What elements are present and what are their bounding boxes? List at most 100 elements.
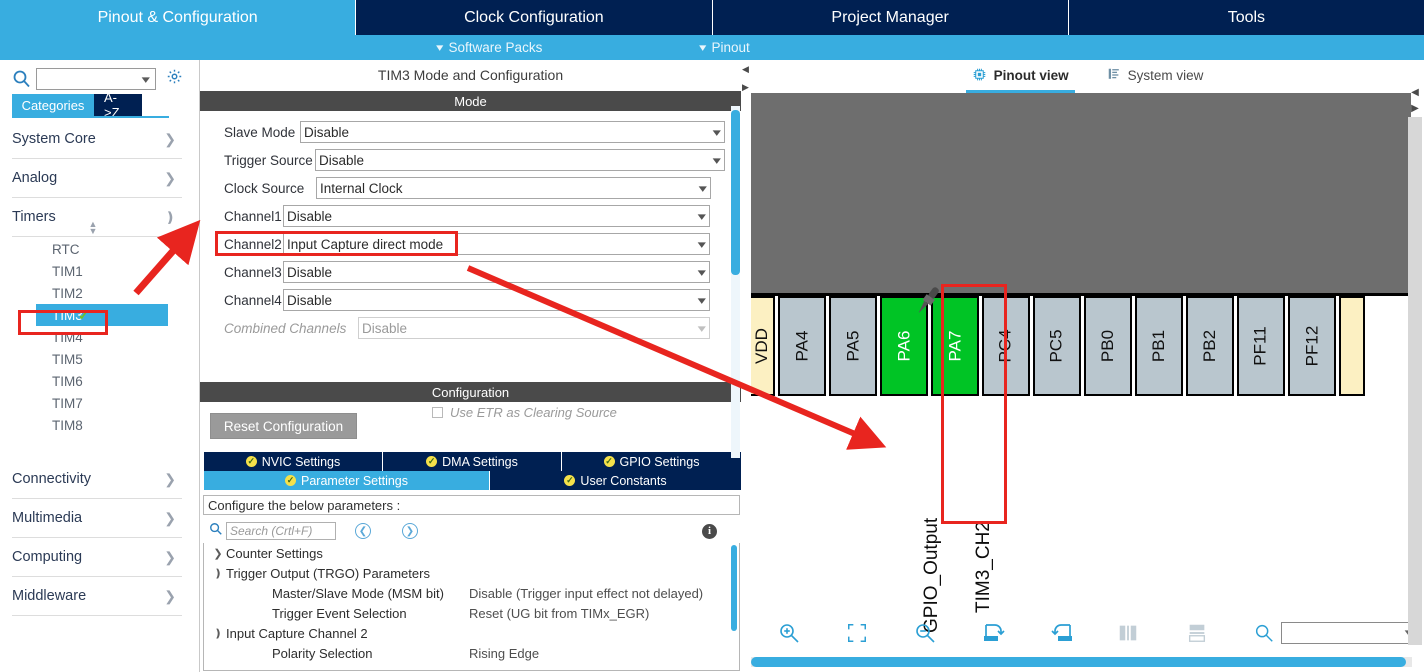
chip-body bbox=[751, 93, 1411, 296]
sidebar-item-connectivity[interactable]: Connectivity ❯ bbox=[12, 460, 182, 499]
sidebar-search-row: ▾ bbox=[0, 64, 200, 94]
tab-clock-configuration[interactable]: Clock Configuration bbox=[356, 0, 713, 35]
canvas-hscroll-thumb[interactable] bbox=[751, 657, 1406, 667]
tab-nvic-settings[interactable]: ✓ NVIC Settings bbox=[204, 452, 383, 471]
flip-h-icon[interactable] bbox=[1117, 622, 1139, 644]
tree-row-trigger-event-selection[interactable]: Trigger Event Selection Reset (UG bit fr… bbox=[204, 603, 739, 623]
tab-pinout-view[interactable]: Pinout view bbox=[965, 67, 1075, 93]
list-item-tim1[interactable]: TIM1 bbox=[36, 260, 168, 282]
list-item-label: TIM2 bbox=[52, 285, 83, 301]
sub-tab-bar: ▾ Software Packs ▾ Pinout bbox=[0, 35, 1424, 60]
toggle-a-to-z[interactable]: A->Z bbox=[94, 90, 142, 120]
info-icon[interactable]: i bbox=[702, 523, 717, 539]
tab-tools[interactable]: Tools bbox=[1069, 0, 1424, 35]
toggle-categories[interactable]: Categories bbox=[12, 94, 94, 116]
channel2-dropdown[interactable]: Input Capture direct mode ▾ bbox=[283, 233, 710, 255]
list-item-rtc[interactable]: RTC bbox=[36, 238, 168, 260]
chevron-right-icon[interactable]: ❯ bbox=[210, 547, 226, 560]
subtab-label: Pinout bbox=[711, 40, 750, 55]
sidebar-item-analog[interactable]: Analog ❯ bbox=[12, 159, 182, 198]
chevron-down-icon[interactable]: ❫ bbox=[210, 627, 226, 640]
list-item-tim2[interactable]: TIM2 bbox=[36, 282, 168, 304]
tree-row-msm-bit[interactable]: Master/Slave Mode (MSM bit) Disable (Tri… bbox=[204, 583, 739, 603]
tree-row-polarity-selection[interactable]: Polarity Selection Rising Edge bbox=[204, 643, 739, 663]
pin-pc5[interactable]: PC5 bbox=[1033, 296, 1081, 396]
chevron-right-circle-icon[interactable]: ❯ bbox=[402, 523, 418, 539]
panel-collapse-down-icon[interactable]: ▶ bbox=[741, 80, 750, 94]
mode-scroll-thumb[interactable] bbox=[731, 110, 740, 275]
list-item-tim7[interactable]: TIM7 bbox=[36, 392, 168, 414]
sidebar-item-system-core[interactable]: System Core ❯ bbox=[12, 120, 182, 159]
tree-row-counter-settings[interactable]: ❯ Counter Settings bbox=[204, 543, 739, 563]
canvas-scroll-down-icon[interactable]: ▶ bbox=[1408, 101, 1422, 115]
tab-parameter-settings[interactable]: ✓ Parameter Settings bbox=[204, 471, 490, 490]
channel4-dropdown[interactable]: Disable ▾ bbox=[283, 289, 710, 311]
tree-row-input-capture-channel-2[interactable]: ❫ Input Capture Channel 2 bbox=[204, 623, 739, 643]
list-item-tim8[interactable]: TIM8 bbox=[36, 414, 168, 436]
zoom-in-icon[interactable] bbox=[777, 621, 801, 645]
pin-pb0[interactable]: PB0 bbox=[1084, 296, 1132, 396]
list-scroll-spinner[interactable]: ▲ ▼ bbox=[86, 220, 100, 236]
list-item-tim4[interactable]: TIM4 bbox=[36, 326, 168, 348]
rotate-right-icon[interactable] bbox=[981, 621, 1007, 645]
list-item-tim5[interactable]: TIM5 bbox=[36, 348, 168, 370]
pin-search-input[interactable]: ▾ bbox=[1281, 621, 1419, 644]
tab-system-view[interactable]: System view bbox=[1107, 67, 1203, 86]
tree-row-trgo-parameters[interactable]: ❫ Trigger Output (TRGO) Parameters bbox=[204, 563, 739, 583]
sidebar-item-middleware[interactable]: Middleware ❯ bbox=[12, 577, 182, 616]
pin-pa4[interactable]: PA4 bbox=[778, 296, 826, 396]
subtab-pinout[interactable]: ▾ Pinout bbox=[699, 35, 750, 60]
reset-configuration-button[interactable]: Reset Configuration bbox=[210, 413, 357, 439]
chevron-left-circle-icon[interactable]: ❮ bbox=[355, 523, 371, 539]
chip-canvas[interactable]: VDD PA4 PA5 PA6 PA7 PC4 PC5 PB0 PB1 PB2 … bbox=[751, 93, 1411, 637]
sidebar-item-computing[interactable]: Computing ❯ bbox=[12, 538, 182, 577]
tree-row-value: Rising Edge bbox=[469, 645, 540, 661]
pin-pb1[interactable]: PB1 bbox=[1135, 296, 1183, 396]
chevron-down-icon[interactable]: ❫ bbox=[210, 567, 226, 580]
tree-scroll-thumb[interactable] bbox=[731, 545, 737, 631]
canvas-scroll-up-icon[interactable]: ◀ bbox=[1408, 85, 1422, 99]
trigger-source-dropdown[interactable]: Disable ▾ bbox=[315, 149, 725, 171]
tab-project-manager[interactable]: Project Manager bbox=[713, 0, 1069, 35]
slave-mode-dropdown[interactable]: Disable ▾ bbox=[300, 121, 725, 143]
sidebar-item-label: Computing bbox=[12, 549, 83, 565]
tab-label: Parameter Settings bbox=[301, 473, 408, 488]
pin-pf11[interactable]: PF11 bbox=[1237, 296, 1285, 396]
zoom-out-icon[interactable] bbox=[913, 621, 937, 645]
pin-pa5[interactable]: PA5 bbox=[829, 296, 877, 396]
checkbox-use-etr[interactable] bbox=[432, 407, 443, 418]
search-icon[interactable] bbox=[1253, 622, 1275, 644]
pin-label: PB1 bbox=[1148, 329, 1168, 363]
pin-pf12[interactable]: PF12 bbox=[1288, 296, 1336, 396]
chevron-right-icon: ❯ bbox=[164, 470, 176, 487]
tab-gpio-settings[interactable]: ✓ GPIO Settings bbox=[562, 452, 741, 471]
pin-vdd-left[interactable]: VDD bbox=[751, 296, 775, 396]
search-icon bbox=[12, 69, 32, 89]
tab-user-constants[interactable]: ✓ User Constants bbox=[490, 471, 741, 490]
list-item-tim3[interactable]: ✓ TIM3 bbox=[36, 304, 168, 326]
clock-source-dropdown[interactable]: Internal Clock ▾ bbox=[316, 177, 711, 199]
gear-icon[interactable] bbox=[166, 68, 183, 90]
field-label: Trigger Source bbox=[224, 152, 313, 168]
sidebar-search-input[interactable]: ▾ bbox=[36, 68, 156, 90]
tree-row-label: Trigger Event Selection bbox=[272, 605, 407, 621]
pin-pc4[interactable]: PC4 bbox=[982, 296, 1030, 396]
channel1-dropdown[interactable]: Disable ▾ bbox=[283, 205, 710, 227]
pin-pb2[interactable]: PB2 bbox=[1186, 296, 1234, 396]
subtab-software-packs[interactable]: ▾ Software Packs bbox=[436, 35, 542, 60]
panel-collapse-up-icon[interactable]: ◀ bbox=[741, 62, 750, 76]
pin-row: VDD PA4 PA5 PA6 PA7 PC4 PC5 PB0 PB1 PB2 … bbox=[751, 296, 1368, 396]
channel3-dropdown[interactable]: Disable ▾ bbox=[283, 261, 710, 283]
fit-icon[interactable] bbox=[846, 622, 868, 644]
combined-channels-dropdown[interactable]: Disable ▾ bbox=[358, 317, 710, 339]
list-item-tim6[interactable]: TIM6 bbox=[36, 370, 168, 392]
flip-v-icon[interactable] bbox=[1186, 622, 1208, 644]
tab-pinout-configuration[interactable]: Pinout & Configuration bbox=[0, 0, 357, 35]
parameter-search-input[interactable]: Search (Crtl+F) bbox=[226, 522, 336, 540]
tab-dma-settings[interactable]: ✓ DMA Settings bbox=[383, 452, 562, 471]
etr-clearing-source-row[interactable]: Use ETR as Clearing Source bbox=[432, 405, 617, 420]
sidebar-item-multimedia[interactable]: Multimedia ❯ bbox=[12, 499, 182, 538]
pin-vdd-right[interactable] bbox=[1339, 296, 1365, 396]
rotate-left-icon[interactable] bbox=[1049, 621, 1075, 645]
canvas-vscroll-track[interactable] bbox=[1408, 117, 1422, 645]
